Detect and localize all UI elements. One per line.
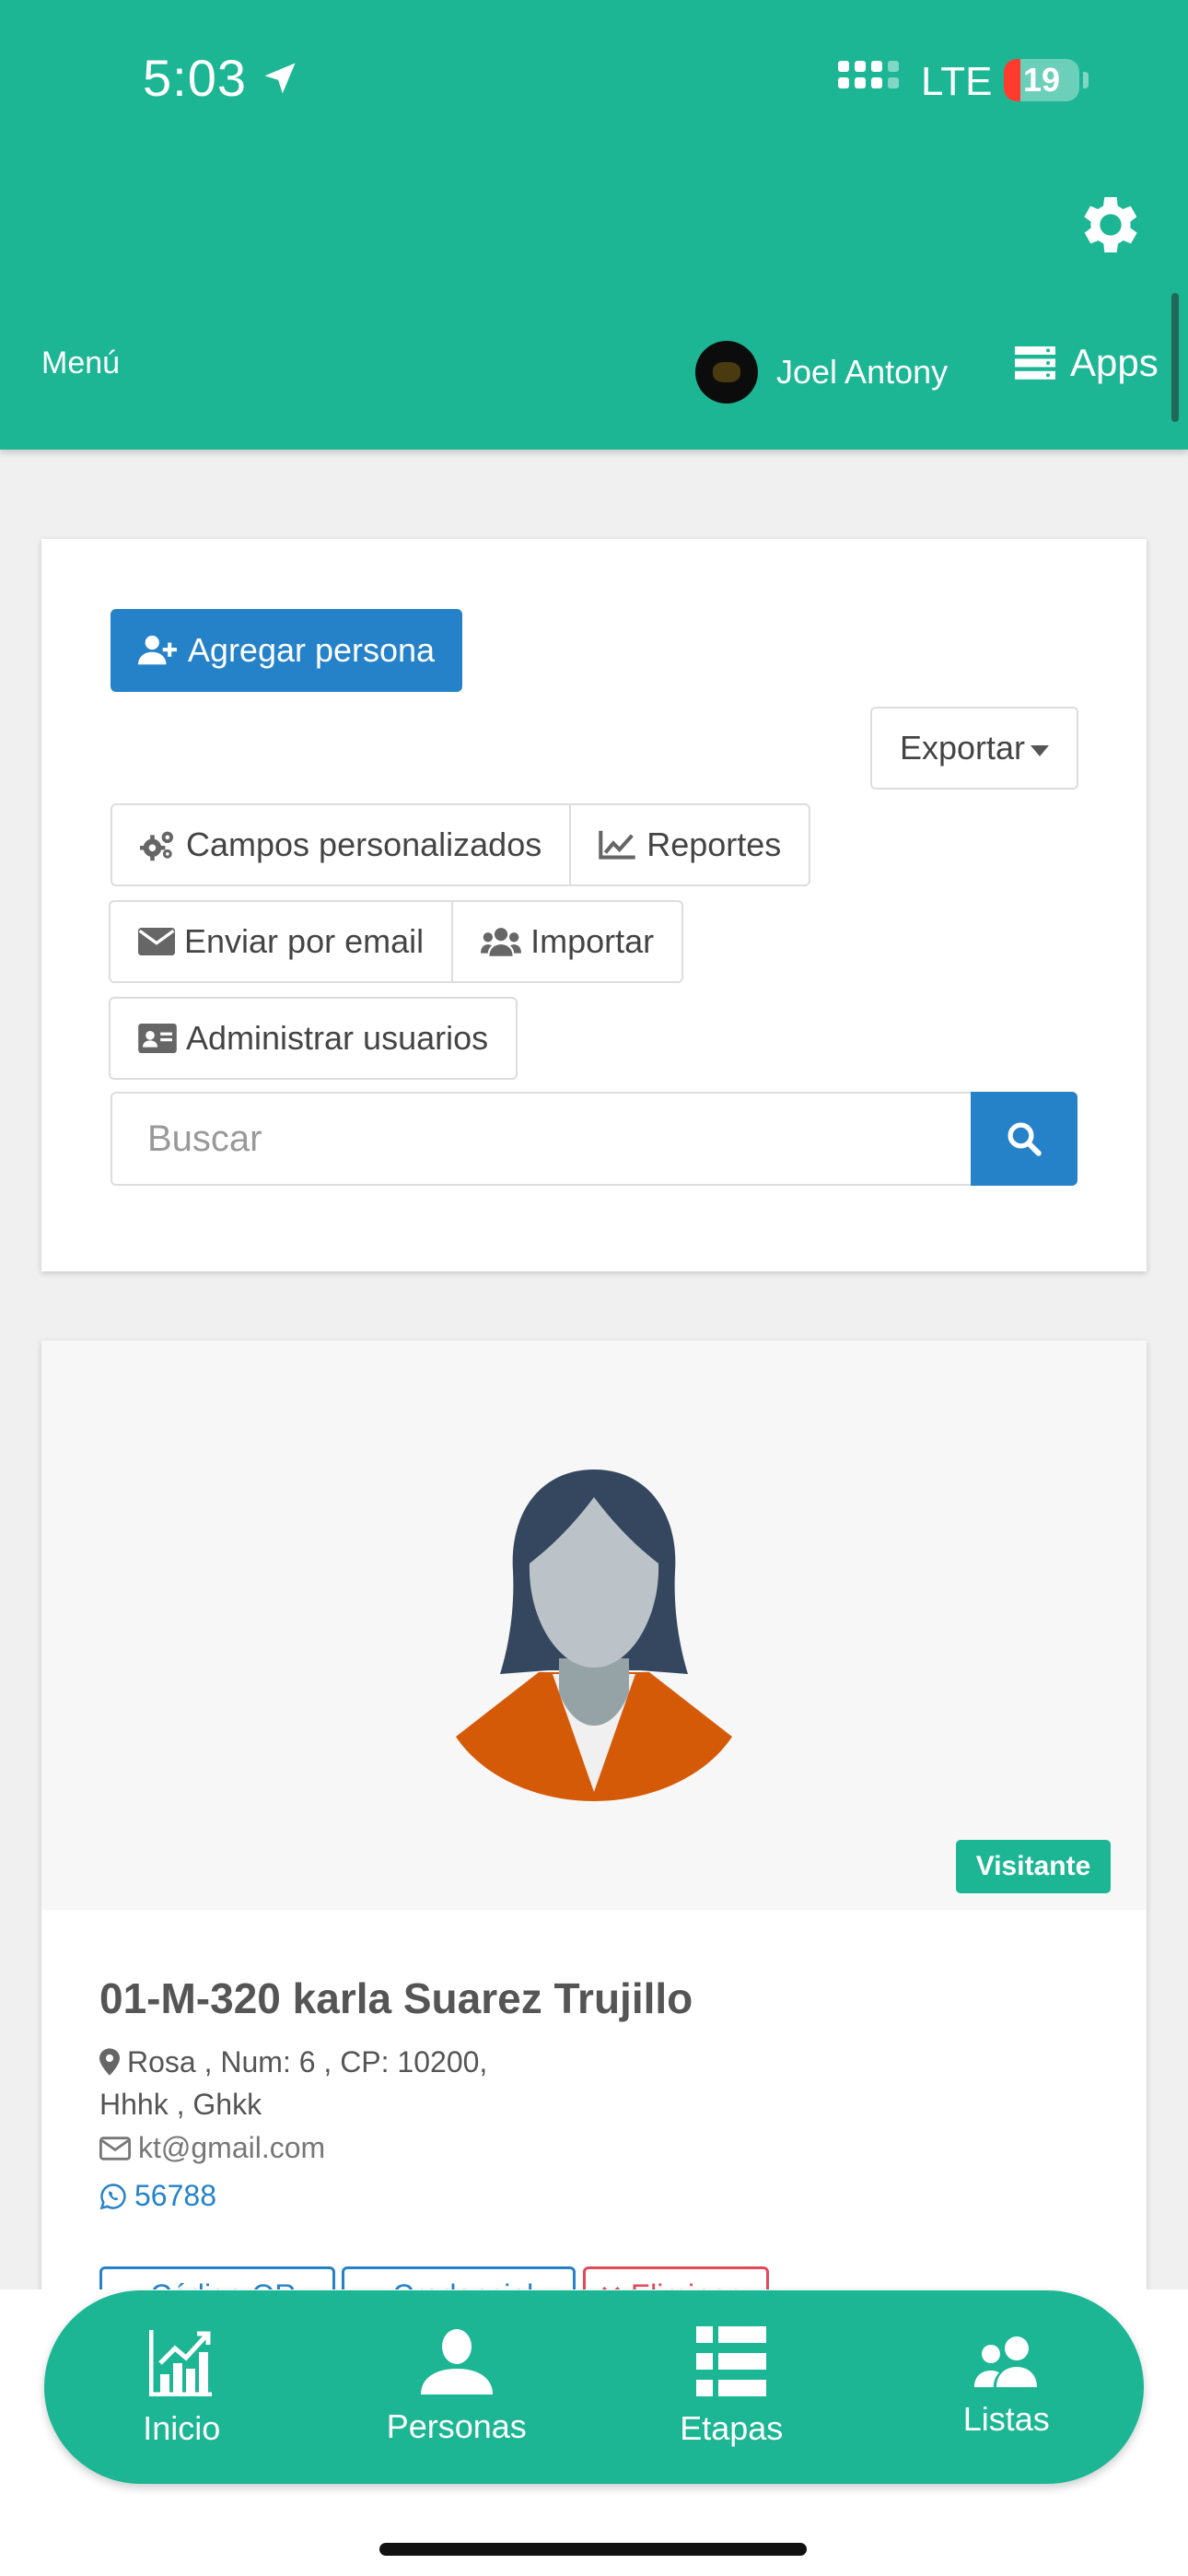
tab-listas[interactable]: Listas [869,2290,1145,2484]
whatsapp-icon [99,2183,126,2209]
battery-icon: 19 [1004,59,1079,101]
caret-down-icon [1031,745,1050,756]
scrollbar[interactable] [1171,293,1179,422]
send-email-label: Enviar por email [184,922,425,960]
tab-personas[interactable]: Personas [320,2290,595,2484]
person-phone[interactable]: 56788 [99,2179,216,2213]
export-label: Exportar [899,729,1026,767]
reports-label: Reportes [646,825,782,863]
toolbar-card: Agregar persona Exportar Campos personal… [41,539,1147,1271]
list-icon [696,2326,767,2396]
phone-text: 56788 [134,2179,216,2212]
search-bar [111,1092,1077,1186]
tab-inicio[interactable]: Inicio [44,2290,320,2484]
export-dropdown[interactable]: Exportar [870,707,1078,790]
person-icon [420,2329,493,2395]
battery-tip [1083,72,1089,88]
person-avatar-placeholder [456,1469,732,1801]
chart-icon [149,2330,213,2396]
add-person-button[interactable]: Agregar persona [111,609,462,692]
tab-personas-label: Personas [386,2407,527,2445]
envelope-icon [138,928,175,955]
manage-users-label: Administrar usuarios [186,1019,489,1057]
status-time: 5:03 [143,48,300,108]
manage-users-button[interactable]: Administrar usuarios [109,997,518,1080]
button-group-2: Enviar por email Importar [109,900,684,983]
user-name: Joel Antony [776,353,949,391]
tab-etapas[interactable]: Etapas [594,2290,869,2484]
tab-inicio-label: Inicio [143,2409,221,2447]
custom-fields-label: Campos personalizados [186,825,542,863]
custom-fields-button[interactable]: Campos personalizados [111,803,572,886]
email-text: kt@gmail.com [138,2131,326,2164]
person-email[interactable]: kt@gmail.com [99,2131,325,2165]
apps-label: Apps [1070,341,1159,384]
status-badge: Visitante [956,1840,1111,1893]
gears-icon [140,831,174,861]
search-input[interactable] [111,1092,971,1186]
avatar [695,341,758,404]
reports-button[interactable]: Reportes [569,803,811,886]
user-profile[interactable]: Joel Antony [695,341,948,404]
battery-level: 19 [1022,61,1061,99]
address-line-2: Hhhk , Ghkk [99,2088,262,2121]
home-indicator[interactable] [379,2543,807,2556]
location-arrow-icon [264,63,296,93]
search-icon [1007,1122,1042,1156]
map-marker-icon [99,2048,120,2076]
send-email-button[interactable]: Enviar por email [109,900,454,983]
users-icon [481,928,522,956]
search-button[interactable] [971,1092,1077,1186]
cellular-signal-icon [838,61,899,88]
import-label: Importar [530,922,655,960]
group-icon [973,2336,1037,2387]
gear-icon [1084,197,1137,252]
apps-button[interactable]: Apps [1015,341,1159,385]
user-plus-icon [137,635,177,665]
button-group-1: Campos personalizados Reportes [111,803,811,886]
network-type: LTE [921,59,993,104]
line-chart-icon [599,830,635,860]
button-group-3: Administrar usuarios [109,997,518,1080]
person-photo-area: Visitante [41,1341,1147,1910]
address-line-1: Rosa , Num: 6 , CP: 10200, [127,2045,488,2078]
bottom-tab-bar: Inicio Personas Etapas Listas [44,2290,1144,2484]
import-button[interactable]: Importar [451,900,684,983]
tab-listas-label: Listas [962,2400,1050,2438]
status-time-text: 5:03 [143,49,247,107]
server-icon [1015,346,1055,380]
person-address: Rosa , Num: 6 , CP: 10200, Hhhk , Ghkk [99,2041,560,2125]
tab-etapas-label: Etapas [680,2409,784,2447]
person-name[interactable]: 01-M-320 karla Suarez Trujillo [99,1973,693,2023]
menu-link[interactable]: Menú [41,345,120,381]
envelope-outline-icon [99,2136,131,2160]
add-person-label: Agregar persona [187,631,436,669]
id-card-icon [138,1024,177,1053]
settings-button[interactable] [1074,188,1147,262]
app-header: 5:03 LTE 19 Menú Joel Antony Apps [0,0,1188,450]
